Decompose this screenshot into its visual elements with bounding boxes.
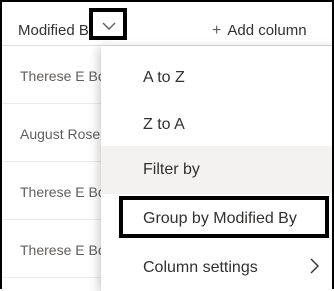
list-header: Modified By + Add column (0, 0, 334, 46)
chevron-right-icon (310, 258, 319, 274)
menu-item-label: Column settings (143, 259, 258, 276)
menu-item-sort-z-to-a[interactable]: Z to A (101, 101, 334, 149)
menu-item-label: Filter by (143, 161, 200, 178)
menu-item-group-by-modified-by[interactable]: Group by Modified By (119, 196, 329, 238)
menu-item-filter-by[interactable]: Filter by (101, 146, 334, 194)
menu-item-label: Z to A (143, 116, 185, 133)
add-column-label: Add column (227, 22, 307, 39)
plus-icon: + (212, 22, 222, 39)
menu-item-label: A to Z (143, 69, 185, 86)
modified-by-cell: Therese E Bo (20, 68, 106, 84)
column-header-modified-by[interactable]: Modified By (18, 22, 96, 39)
add-column-button[interactable]: + Add column (212, 22, 307, 40)
menu-item-label: Group by Modified By (143, 210, 297, 227)
menu-item-column-settings[interactable]: Column settings (101, 244, 334, 291)
column-header-dropdown-button[interactable] (89, 8, 127, 40)
column-context-menu: A to Z Z to A Filter by Group by Modifie… (101, 46, 334, 291)
modified-by-cell: Therese E Bo (20, 242, 106, 258)
modified-by-cell: Therese E Bo (20, 184, 106, 200)
menu-item-sort-a-to-z[interactable]: A to Z (101, 54, 334, 102)
chevron-down-icon (102, 22, 116, 30)
modified-by-cell: August Rose (20, 126, 101, 142)
